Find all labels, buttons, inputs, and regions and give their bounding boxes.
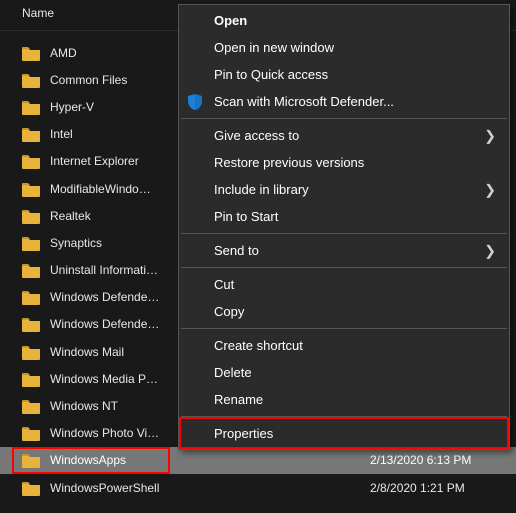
menu-separator [181, 267, 507, 268]
folder-label: WindowsPowerShell [50, 481, 159, 495]
folder-icon [22, 45, 40, 61]
menu-delete[interactable]: Delete [180, 359, 508, 386]
folder-date: 2/8/2020 1:21 PM [370, 481, 465, 495]
folder-date: 2/13/2020 6:13 PM [370, 453, 471, 467]
folder-label: Windows Photo Vi… [50, 426, 159, 440]
context-menu: Open Open in new window Pin to Quick acc… [178, 4, 510, 450]
folder-label: WindowsApps [50, 453, 126, 467]
folder-icon [22, 262, 40, 278]
folder-icon [22, 344, 40, 360]
chevron-right-icon: ❯ [484, 181, 496, 198]
folder-label: Intel [50, 127, 73, 141]
menu-restore-previous-versions[interactable]: Restore previous versions [180, 149, 508, 176]
folder-label: Windows NT [50, 399, 118, 413]
folder-label: Synaptics [50, 236, 102, 250]
folder-icon [22, 398, 40, 414]
menu-cut[interactable]: Cut [180, 271, 508, 298]
folder-icon [22, 425, 40, 441]
menu-include-in-library[interactable]: Include in library ❯ [180, 176, 508, 203]
menu-separator [181, 233, 507, 234]
folder-row[interactable]: WindowsPowerShell 2/8/2020 1:21 PM [0, 474, 516, 501]
folder-label: ModifiableWindo… [50, 182, 151, 196]
menu-pin-quick-access[interactable]: Pin to Quick access [180, 61, 508, 88]
folder-icon [22, 452, 40, 468]
folder-label: Windows Media P… [50, 372, 158, 386]
menu-pin-to-start[interactable]: Pin to Start [180, 203, 508, 230]
folder-label: Windows Defende… [50, 317, 159, 331]
folder-icon [22, 72, 40, 88]
menu-give-access-to[interactable]: Give access to ❯ [180, 122, 508, 149]
defender-shield-icon [186, 93, 204, 111]
folder-label: Windows Mail [50, 345, 124, 359]
menu-rename[interactable]: Rename [180, 386, 508, 413]
menu-separator [181, 118, 507, 119]
menu-copy[interactable]: Copy [180, 298, 508, 325]
menu-properties[interactable]: Properties [180, 420, 508, 447]
folder-icon [22, 371, 40, 387]
menu-scan-defender[interactable]: Scan with Microsoft Defender... [180, 88, 508, 115]
chevron-right-icon: ❯ [484, 127, 496, 144]
folder-label: Common Files [50, 73, 127, 87]
folder-icon [22, 126, 40, 142]
folder-icon [22, 208, 40, 224]
menu-open-new-window[interactable]: Open in new window [180, 34, 508, 61]
folder-label: Internet Explorer [50, 154, 139, 168]
menu-separator [181, 416, 507, 417]
folder-icon [22, 316, 40, 332]
menu-open[interactable]: Open [180, 7, 508, 34]
column-name: Name [22, 6, 54, 20]
folder-icon [22, 480, 40, 496]
folder-label: Uninstall Informati… [50, 263, 158, 277]
chevron-right-icon: ❯ [484, 242, 496, 259]
folder-icon [22, 235, 40, 251]
folder-label: Realtek [50, 209, 91, 223]
folder-row[interactable]: WindowsApps 2/13/2020 6:13 PM [0, 447, 516, 474]
folder-label: Windows Defende… [50, 290, 159, 304]
menu-send-to[interactable]: Send to ❯ [180, 237, 508, 264]
menu-create-shortcut[interactable]: Create shortcut [180, 332, 508, 359]
folder-label: Hyper-V [50, 100, 94, 114]
folder-icon [22, 99, 40, 115]
folder-label: AMD [50, 46, 77, 60]
menu-separator [181, 328, 507, 329]
folder-icon [22, 181, 40, 197]
folder-icon [22, 289, 40, 305]
folder-icon [22, 153, 40, 169]
